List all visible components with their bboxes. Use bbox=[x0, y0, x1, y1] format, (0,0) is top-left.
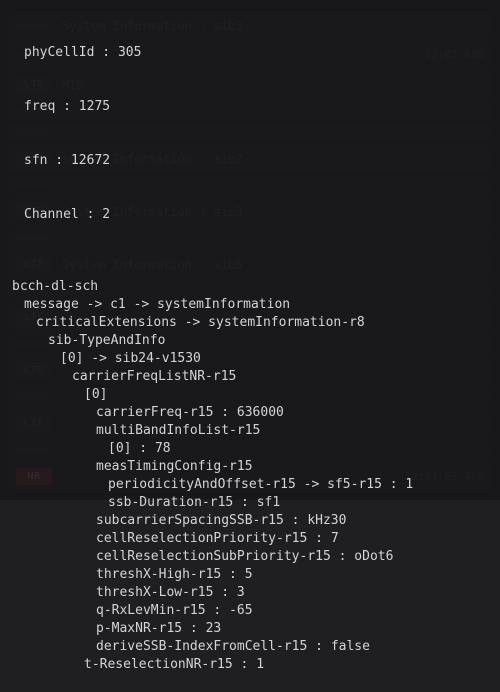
decode-line: periodicityAndOffset-r15 -> sf5-r15 : 1 bbox=[8, 476, 500, 494]
decode-key: deriveSSB-IndexFromCell-r15 bbox=[96, 639, 307, 654]
decode-line: threshX-High-r15 : 5 bbox=[8, 566, 500, 584]
decode-val: 78 bbox=[155, 441, 171, 456]
decode-val: oDot6 bbox=[354, 549, 393, 564]
decode-val: 3 bbox=[237, 585, 245, 600]
decode-line: sib-TypeAndInfo bbox=[8, 332, 500, 350]
decode-key: cellReselectionSubPriority-r15 bbox=[96, 549, 331, 564]
decode-line: threshX-Low-r15 : 3 bbox=[8, 584, 500, 602]
decode-val: 636000 bbox=[237, 405, 284, 420]
decode-line: multiBandInfoList-r15 bbox=[8, 422, 500, 440]
decode-line: [0] -> sib24-v1530 bbox=[8, 350, 500, 368]
decode-line: carrierFreqListNR-r15 bbox=[8, 368, 500, 386]
decode-line: ssb-Duration-r15 : sf1 bbox=[8, 494, 500, 512]
decode-sep: : bbox=[182, 621, 205, 636]
decode-key: [0] bbox=[108, 441, 131, 456]
decode-sep: : bbox=[307, 639, 330, 654]
decode-key: threshX-Low-r15 bbox=[96, 585, 213, 600]
decode-sep: : bbox=[284, 513, 307, 528]
decode-line: q-RxLevMin-r15 : -65 bbox=[8, 602, 500, 620]
decode-val: 7 bbox=[331, 531, 339, 546]
decode-key: threshX-High-r15 bbox=[96, 567, 221, 582]
decode-sep: : bbox=[331, 549, 354, 564]
hdr-phyCellId: phyCellId : 305 bbox=[8, 44, 500, 62]
decode-sep: : bbox=[206, 603, 229, 618]
decode-line: [0] : 78 bbox=[8, 440, 500, 458]
decode-line: carrierFreq-r15 : 636000 bbox=[8, 404, 500, 422]
decode-key: p-MaxNR-r15 bbox=[96, 621, 182, 636]
decode-val: kHz30 bbox=[307, 513, 346, 528]
decode-line: bcch-dl-sch bbox=[8, 278, 500, 296]
hdr-sfn: sfn : 12672 bbox=[8, 152, 500, 170]
decode-line: deriveSSB-IndexFromCell-r15 : false bbox=[8, 638, 500, 656]
decode-val: -65 bbox=[229, 603, 252, 618]
decode-sep: : bbox=[382, 477, 405, 492]
decode-key: ssb-Duration-r15 bbox=[108, 495, 233, 510]
decode-line: criticalExtensions -> systemInformation-… bbox=[8, 314, 500, 332]
decode-key: cellReselectionPriority-r15 bbox=[96, 531, 307, 546]
decode-line: t-ReselectionNR-r15 : 1 bbox=[8, 656, 500, 674]
decode-val: 1 bbox=[256, 657, 264, 672]
decode-tree: bcch-dl-schmessage -> c1 -> systemInform… bbox=[8, 278, 500, 674]
decode-val: 23 bbox=[206, 621, 222, 636]
decode-line: cellReselectionSubPriority-r15 : oDot6 bbox=[8, 548, 500, 566]
hdr-channel: Channel : 2 bbox=[8, 206, 500, 224]
decode-sep: : bbox=[213, 585, 236, 600]
decode-sep: : bbox=[213, 405, 236, 420]
decode-sep: : bbox=[307, 531, 330, 546]
decode-key: q-RxLevMin-r15 bbox=[96, 603, 206, 618]
decoded-message-overlay: phyCellId : 305 freq : 1275 sfn : 12672 … bbox=[0, 0, 500, 500]
decode-sep: : bbox=[131, 441, 154, 456]
decode-val: sf1 bbox=[257, 495, 280, 510]
decode-key: t-ReselectionNR-r15 bbox=[84, 657, 233, 672]
decode-key: subcarrierSpacingSSB-r15 bbox=[96, 513, 284, 528]
decode-line: subcarrierSpacingSSB-r15 : kHz30 bbox=[8, 512, 500, 530]
hdr-freq: freq : 1275 bbox=[8, 98, 500, 116]
decode-key: periodicityAndOffset-r15 -> sf5-r15 bbox=[108, 477, 382, 492]
decode-line: p-MaxNR-r15 : 23 bbox=[8, 620, 500, 638]
decode-val: 1 bbox=[405, 477, 413, 492]
decode-sep: : bbox=[221, 567, 244, 582]
decode-val: false bbox=[331, 639, 370, 654]
decode-line: cellReselectionPriority-r15 : 7 bbox=[8, 530, 500, 548]
decode-sep: : bbox=[233, 495, 256, 510]
decode-line: measTimingConfig-r15 bbox=[8, 458, 500, 476]
decode-line: [0] bbox=[8, 386, 500, 404]
decode-val: 5 bbox=[245, 567, 253, 582]
decode-sep: : bbox=[233, 657, 256, 672]
decode-line: message -> c1 -> systemInformation bbox=[8, 296, 500, 314]
decode-key: carrierFreq-r15 bbox=[96, 405, 213, 420]
